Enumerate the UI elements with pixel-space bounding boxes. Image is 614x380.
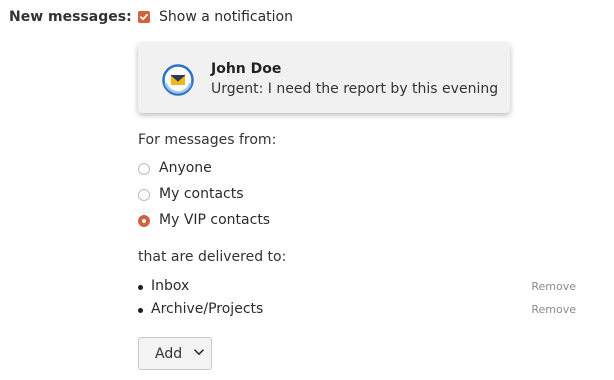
preview-sender: John Doe bbox=[211, 61, 282, 77]
radio-anyone[interactable] bbox=[138, 163, 150, 175]
remove-archive-projects-link[interactable]: Remove bbox=[531, 303, 576, 316]
add-folder-button[interactable]: Add bbox=[138, 337, 212, 370]
folder-name-inbox: Inbox bbox=[151, 278, 190, 294]
show-notification-label[interactable]: Show a notification bbox=[159, 9, 293, 25]
mail-app-icon bbox=[162, 64, 194, 96]
show-notification-checkbox[interactable] bbox=[138, 11, 150, 23]
radio-my-contacts[interactable] bbox=[138, 189, 150, 201]
checkmark-icon bbox=[140, 13, 148, 21]
delivered-section-label: that are delivered to: bbox=[138, 249, 287, 265]
new-messages-label: New messages: bbox=[9, 9, 132, 25]
add-button-label: Add bbox=[155, 346, 183, 362]
notification-preview: John Doe Urgent: I need the report by th… bbox=[138, 43, 510, 113]
folder-row-archive-projects: Archive/Projects Remove bbox=[138, 301, 576, 319]
radio-label-anyone: Anyone bbox=[159, 160, 212, 176]
radio-label-vip-contacts: My VIP contacts bbox=[159, 212, 271, 228]
folder-name-archive-projects: Archive/Projects bbox=[151, 301, 264, 317]
folder-row-inbox: Inbox Remove bbox=[138, 278, 576, 296]
preview-message: Urgent: I need the report by this evenin… bbox=[211, 81, 499, 97]
remove-inbox-link[interactable]: Remove bbox=[531, 280, 576, 293]
from-section-label: For messages from: bbox=[138, 132, 277, 148]
radio-label-my-contacts: My contacts bbox=[159, 186, 244, 202]
radio-vip-contacts[interactable] bbox=[138, 215, 150, 227]
chevron-down-icon bbox=[194, 349, 204, 355]
bullet bbox=[138, 285, 143, 290]
bullet bbox=[138, 308, 143, 313]
